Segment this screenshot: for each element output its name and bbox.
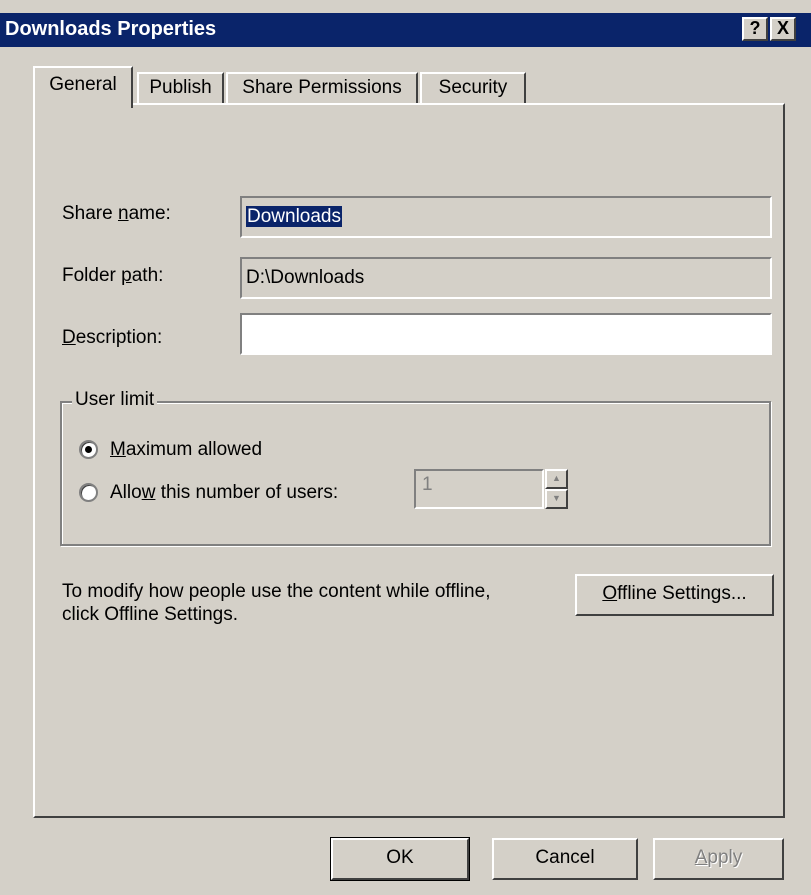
tab-share-permissions-label: Share Permissions	[242, 77, 402, 98]
share-name-value: Downloads	[246, 206, 342, 227]
spin-down-icon[interactable]: ▼	[545, 489, 568, 509]
user-limit-legend: User limit	[72, 389, 158, 411]
ok-button[interactable]: OK	[330, 837, 470, 881]
offline-description: To modify how people use the content whi…	[62, 580, 490, 626]
allow-users-label[interactable]: Allow this number of users:	[110, 482, 338, 504]
apply-button[interactable]: Apply	[653, 838, 784, 880]
tab-publish[interactable]: Publish	[137, 72, 224, 106]
tab-security[interactable]: Security	[420, 72, 526, 106]
tab-general-label: General	[49, 74, 117, 95]
description-label: Description:	[62, 327, 163, 348]
window-title: Downloads Properties	[5, 18, 217, 40]
title-bar[interactable]: Downloads Properties ? X	[0, 13, 811, 47]
description-input[interactable]	[240, 313, 772, 355]
folder-path-value: D:\Downloads	[246, 267, 365, 288]
offline-description-line1: To modify how people use the content whi…	[62, 581, 491, 602]
close-icon[interactable]: X	[770, 17, 796, 41]
offline-settings-button[interactable]: Offline Settings...	[575, 574, 774, 616]
maximum-allowed-label[interactable]: Maximum allowed	[110, 439, 262, 461]
spin-up-icon[interactable]: ▲	[545, 469, 568, 489]
radio-selected-dot	[85, 446, 92, 453]
share-name-field[interactable]: Downloads	[240, 196, 772, 238]
offline-description-line2: click Offline Settings.	[62, 604, 239, 625]
help-icon[interactable]: ?	[742, 17, 768, 41]
share-name-label: Share name:	[62, 203, 171, 224]
tab-security-label: Security	[438, 77, 508, 98]
folder-path-label: Folder path:	[62, 265, 164, 286]
properties-dialog: Downloads Properties ? X General Publish…	[0, 0, 811, 895]
maximum-allowed-radio[interactable]	[79, 440, 98, 459]
tab-general[interactable]: General	[33, 66, 133, 108]
tab-publish-label: Publish	[149, 77, 212, 98]
user-count-input[interactable]: 1	[414, 469, 544, 509]
cancel-button[interactable]: Cancel	[492, 838, 638, 880]
allow-users-radio[interactable]	[79, 483, 98, 502]
tab-share-permissions[interactable]: Share Permissions	[226, 72, 418, 106]
folder-path-field[interactable]: D:\Downloads	[240, 257, 772, 299]
